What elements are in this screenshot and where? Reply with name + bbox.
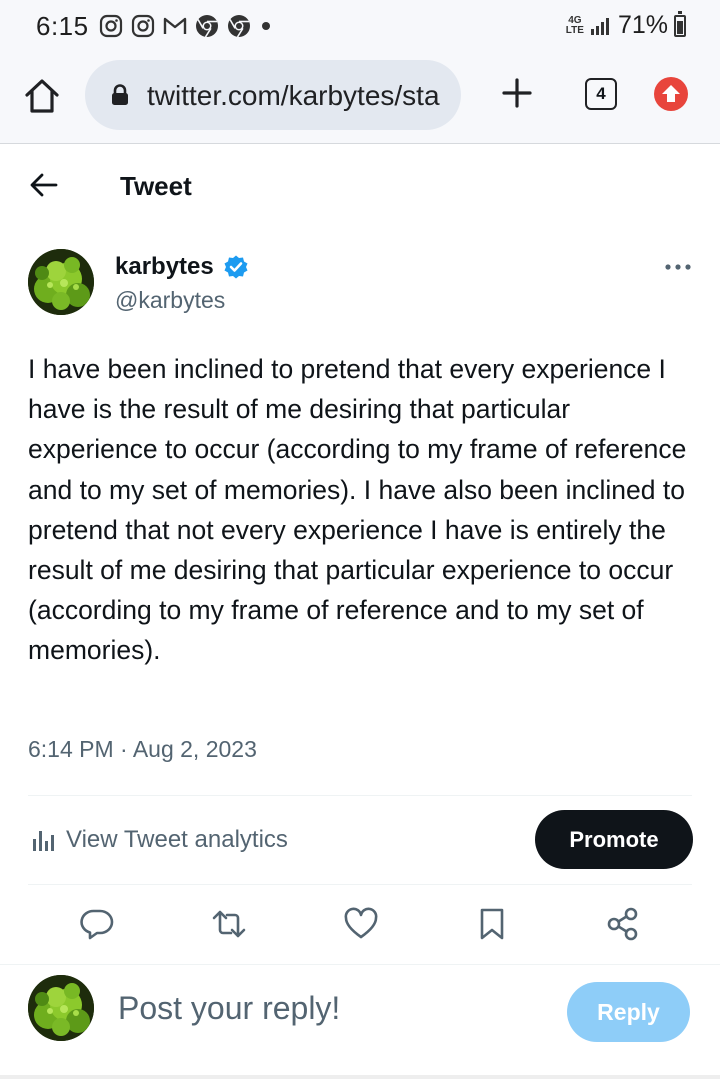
avatar-image: [28, 249, 94, 315]
lock-icon: [112, 84, 128, 105]
view-analytics-link[interactable]: View Tweet analytics: [66, 826, 288, 854]
like-icon[interactable]: [343, 906, 379, 942]
address-bar[interactable]: twitter.com/karbytes/sta: [85, 60, 461, 130]
update-icon[interactable]: [654, 77, 688, 111]
status-time: 6:15: [36, 11, 89, 41]
actions-row: [0, 884, 720, 964]
arrow-up-icon: [662, 85, 680, 102]
page-title: Tweet: [120, 171, 192, 201]
tweet-header: Tweet: [0, 145, 720, 227]
reply-button[interactable]: Reply: [567, 982, 690, 1042]
tweet-text: I have been inclined to pretend that eve…: [28, 354, 687, 666]
instagram-icon: [131, 14, 155, 38]
author-name[interactable]: karbytes: [115, 253, 214, 281]
instagram-icon: [99, 14, 123, 38]
network-lte: LTE: [565, 24, 584, 36]
signal-icon: [590, 17, 609, 35]
back-arrow-icon[interactable]: [28, 169, 60, 201]
bottom-divider: [0, 1075, 720, 1079]
more-notifications-dot-icon: [262, 22, 270, 30]
browser-toolbar: twitter.com/karbytes/sta 4: [0, 54, 720, 144]
reply-bar: Reply: [0, 964, 720, 1079]
bookmark-icon[interactable]: [474, 906, 510, 942]
chrome-icon: [228, 15, 250, 38]
reply-icon[interactable]: [79, 906, 115, 942]
promote-button[interactable]: Promote: [535, 810, 693, 869]
verified-badge-icon: [224, 255, 248, 279]
battery-percent: 71%: [617, 11, 668, 39]
tweet-timestamp[interactable]: 6:14 PM · Aug 2, 2023: [28, 736, 257, 763]
more-options-icon[interactable]: [664, 262, 692, 272]
retweet-icon[interactable]: [211, 906, 247, 942]
home-icon[interactable]: [22, 76, 62, 116]
analytics-row: View Tweet analytics Promote: [0, 796, 720, 884]
url-text: twitter.com/karbytes/sta: [147, 80, 440, 111]
analytics-icon: [33, 831, 54, 851]
new-tab-icon[interactable]: [500, 76, 534, 110]
status-right: 4G LTE 71%: [565, 10, 686, 40]
reply-input[interactable]: [118, 990, 518, 1027]
status-bar: 6:15 4G LTE 71%: [0, 0, 720, 54]
avatar-image: [28, 975, 94, 1041]
avatar[interactable]: [28, 249, 94, 315]
share-icon[interactable]: [605, 906, 641, 942]
gmail-icon: [163, 17, 187, 34]
tab-switcher-button[interactable]: 4: [585, 78, 617, 110]
battery-icon: [674, 10, 686, 37]
avatar[interactable]: [28, 975, 94, 1041]
notification-icons: [98, 13, 252, 39]
author-handle[interactable]: @karbytes: [115, 287, 225, 314]
network-type-icon: 4G LTE: [565, 15, 584, 36]
chrome-icon: [196, 15, 218, 38]
